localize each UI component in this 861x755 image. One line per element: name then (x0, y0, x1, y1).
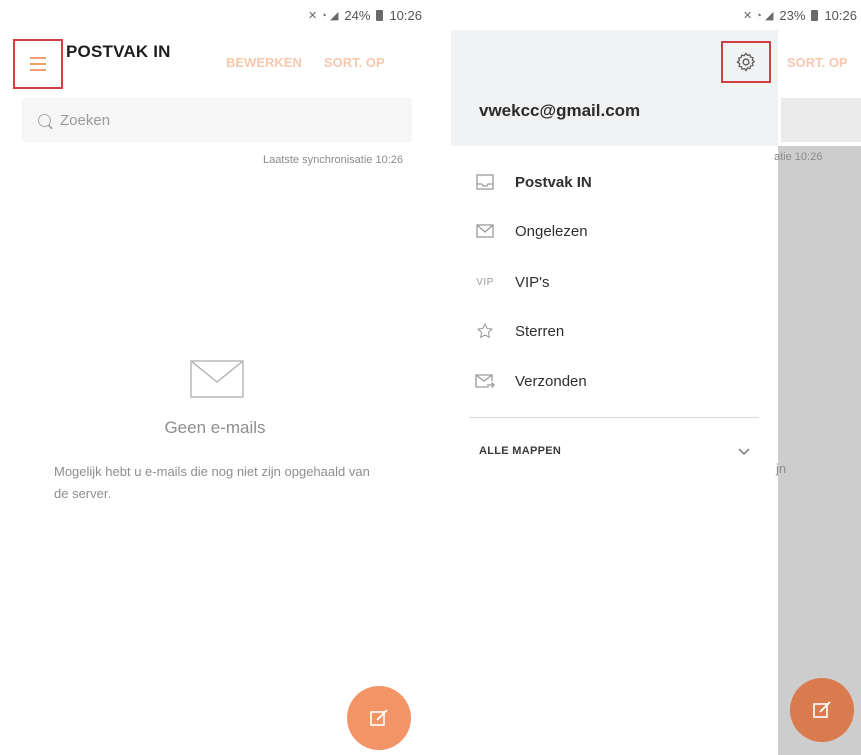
sent-icon (473, 373, 497, 389)
envelope-icon (190, 360, 244, 398)
drawer-item-inbox[interactable]: Postvak IN (451, 157, 778, 207)
compose-icon (370, 709, 388, 726)
edit-button[interactable]: BEWERKEN (226, 55, 302, 70)
status-bar: ✕ ◔ ◢ 23% 10:26 (451, 0, 861, 30)
drawer-item-unread[interactable]: Ongelezen (451, 206, 778, 256)
vip-icon: VIP (476, 276, 494, 288)
battery-icon (811, 9, 819, 21)
background-note-fragment: jn (776, 461, 787, 476)
gear-icon (736, 52, 755, 72)
drawer-item-label: Ongelezen (515, 222, 588, 240)
sort-button[interactable]: SORT. OP (324, 55, 385, 70)
search-placeholder: Zoeken (60, 111, 111, 129)
drawer-item-label: Sterren (515, 322, 565, 340)
status-time: 10:26 (389, 7, 422, 23)
all-folders-toggle[interactable]: ALLE MAPPEN (479, 445, 561, 457)
settings-button[interactable] (721, 41, 771, 83)
hamburger-icon (30, 57, 46, 71)
inbox-icon (473, 174, 497, 190)
background-sync-text: atie 10:26 (774, 151, 823, 163)
account-email: vwekcc@gmail.com (479, 101, 641, 120)
empty-note: Mogelijk hebt u e-mails die nog niet zij… (54, 464, 370, 501)
background-sort-button: SORT. OP (787, 55, 848, 70)
drawer-scrim[interactable] (778, 146, 861, 755)
last-sync-text: Laatste synchronisatie 10:26 (262, 154, 403, 166)
compose-button[interactable] (347, 686, 411, 750)
background-search (781, 98, 861, 142)
drawer-item-label: VIP's (515, 273, 550, 291)
drawer-item-starred[interactable]: Sterren (451, 306, 778, 356)
search-icon (38, 113, 51, 127)
chevron-down-icon[interactable] (737, 446, 751, 456)
drawer-screen: ✕ ◔ ◢ 23% 10:26 SORT. OP atie 10:26 jn v… (451, 0, 861, 755)
inbox-screen: ✕ ◔ ◢ 24% 10:26 POSTVAK IN BEWERKEN SORT… (0, 0, 430, 755)
compose-button (790, 678, 854, 742)
empty-title: Geen e-mails (164, 418, 266, 437)
signal-icon: ✕ ◔ ◢ (307, 9, 339, 22)
star-icon (473, 322, 497, 340)
battery-percent: 23% (779, 7, 806, 23)
battery-icon (376, 9, 384, 21)
battery-percent: 24% (344, 7, 371, 23)
menu-button[interactable] (13, 39, 63, 89)
drawer-divider (469, 417, 759, 418)
status-time: 10:26 (824, 7, 857, 23)
page-title: POSTVAK IN (66, 42, 171, 61)
drawer-item-label: Verzonden (515, 372, 587, 390)
search-input[interactable]: Zoeken (22, 98, 412, 142)
drawer-item-vip[interactable]: VIP VIP's (451, 257, 778, 307)
drawer-item-sent[interactable]: Verzonden (451, 356, 778, 406)
compose-icon (813, 701, 831, 718)
status-bar: ✕ ◔ ◢ 24% 10:26 (0, 0, 430, 30)
signal-icon: ✕ ◔ ◢ (742, 9, 774, 22)
mail-icon (473, 224, 497, 238)
drawer-item-label: Postvak IN (515, 173, 592, 191)
